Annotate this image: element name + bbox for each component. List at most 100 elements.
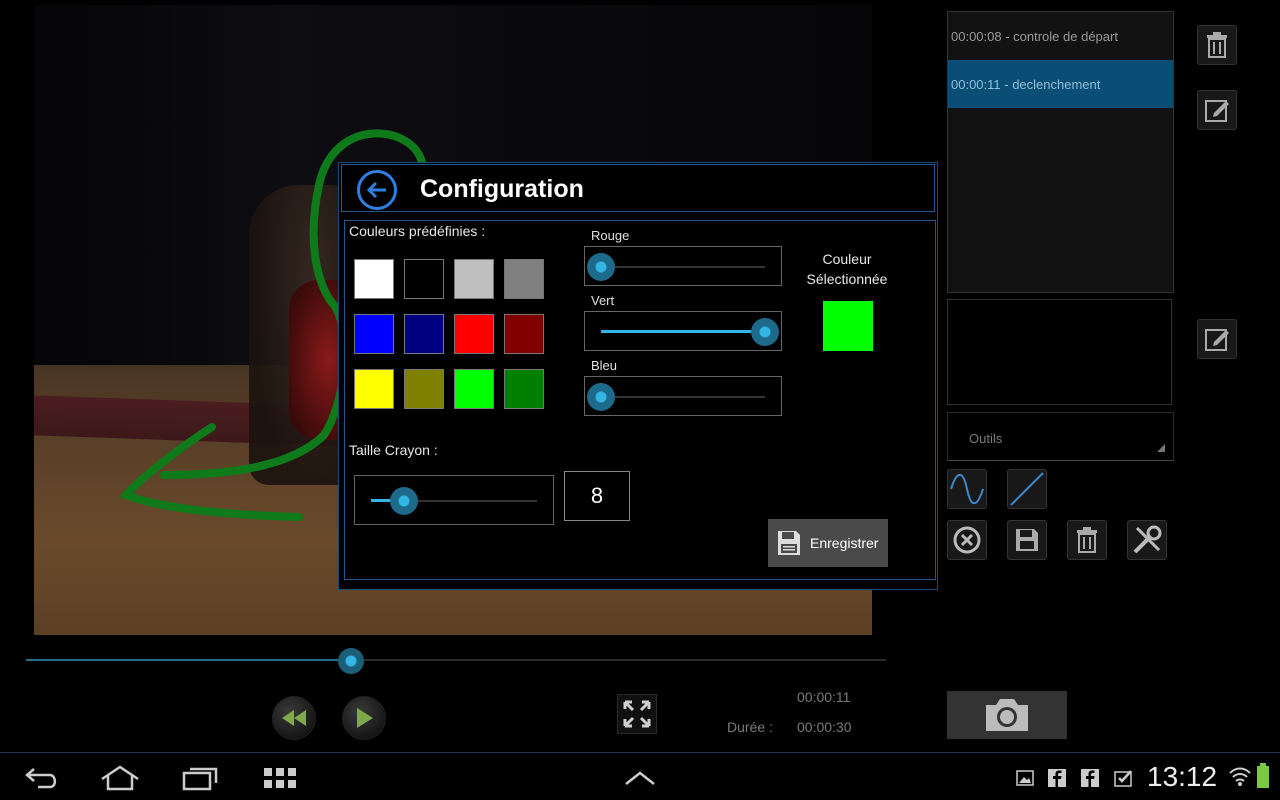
- color-swatch[interactable]: [354, 369, 394, 409]
- marker-item[interactable]: 00:00:08 - controle de départ: [948, 12, 1173, 60]
- color-swatch[interactable]: [354, 314, 394, 354]
- recent-apps-button[interactable]: [180, 763, 220, 793]
- save-drawing-button[interactable]: [1007, 520, 1047, 560]
- task-notification-icon[interactable]: [1113, 769, 1135, 787]
- selected-color-label-line1: Couleur: [822, 251, 872, 267]
- duration-value: 00:00:30: [797, 719, 852, 735]
- delete-drawing-button[interactable]: [1067, 520, 1107, 560]
- seek-thumb[interactable]: [338, 648, 365, 674]
- wrench-screwdriver-icon: [1133, 525, 1162, 554]
- camera-button[interactable]: [947, 691, 1067, 739]
- dialog-body: Couleurs prédéfinies : Rouge Vert Bleu C…: [344, 220, 936, 580]
- color-swatch[interactable]: [354, 259, 394, 299]
- play-button[interactable]: [342, 696, 386, 740]
- edit-icon: [1205, 100, 1229, 122]
- tools-dropdown-label: Outils: [969, 431, 1003, 446]
- marker-label: 00:00:08 - controle de départ: [951, 28, 1118, 44]
- app-grid-button[interactable]: [260, 763, 300, 793]
- cancel-button[interactable]: [947, 520, 987, 560]
- color-swatch[interactable]: [504, 314, 544, 354]
- floppy-disk-icon: [778, 531, 800, 555]
- green-slider[interactable]: [584, 311, 782, 351]
- pencil-size-label: Taille Crayon :: [349, 442, 438, 458]
- home-nav-button[interactable]: [100, 763, 140, 793]
- marker-list: 00:00:08 - controle de départ 00:00:11 -…: [947, 11, 1174, 293]
- curve-tool-button[interactable]: [947, 469, 987, 509]
- grid-icon: [264, 768, 296, 788]
- marker-item-selected[interactable]: 00:00:11 - declenchement: [948, 60, 1173, 108]
- slider-track: [601, 266, 765, 268]
- configuration-dialog: Configuration Couleurs prédéfinies : Rou…: [338, 162, 938, 590]
- red-slider[interactable]: [584, 246, 782, 286]
- edit-marker-button[interactable]: [1197, 90, 1237, 130]
- trash-icon: [1077, 527, 1097, 553]
- back-nav-button[interactable]: [22, 763, 62, 793]
- close-circle-icon: [953, 526, 981, 554]
- play-icon: [357, 708, 373, 728]
- color-swatch[interactable]: [454, 369, 494, 409]
- wifi-icon: [1229, 767, 1251, 786]
- seek-bar[interactable]: [26, 648, 886, 674]
- pencil-size-value: 8: [564, 471, 630, 521]
- dialog-title: Configuration: [420, 175, 584, 203]
- quick-panel-button[interactable]: [620, 763, 660, 793]
- selected-color-label-line2: Sélectionnée: [806, 271, 888, 287]
- color-swatch[interactable]: [504, 369, 544, 409]
- app-root: 00:00:11 Durée : 00:00:30 00:00:08 - con…: [0, 0, 1280, 800]
- seek-progress: [26, 659, 352, 661]
- color-swatch[interactable]: [504, 259, 544, 299]
- selected-color-swatch: [823, 301, 873, 351]
- pencil-size-slider[interactable]: [354, 475, 554, 525]
- facebook-notification-icon[interactable]: [1048, 769, 1066, 787]
- marker-label: 00:00:11 - declenchement: [951, 76, 1101, 92]
- blue-slider[interactable]: [584, 376, 782, 416]
- dialog-header: Configuration: [341, 164, 935, 212]
- recent-apps-icon: [182, 767, 218, 791]
- slider-thumb[interactable]: [390, 487, 419, 515]
- back-arrow-icon: [25, 768, 57, 789]
- slider-thumb[interactable]: [587, 383, 615, 411]
- trash-icon: [1207, 32, 1227, 58]
- settings-tools-button[interactable]: [1127, 520, 1167, 560]
- floppy-disk-icon: [1016, 529, 1038, 551]
- battery-icon: [1257, 763, 1269, 788]
- green-slider-label: Vert: [591, 293, 615, 308]
- color-swatch[interactable]: [454, 314, 494, 354]
- current-time: 00:00:11: [797, 689, 851, 705]
- edit-notes-button[interactable]: [1197, 319, 1237, 359]
- line-icon: [1010, 472, 1044, 506]
- tools-dropdown[interactable]: Outils: [947, 412, 1174, 461]
- selected-color-label: Couleur Sélectionnée: [795, 249, 899, 289]
- save-button-label: Enregistrer: [810, 535, 879, 551]
- arrow-left-icon: [366, 181, 386, 199]
- home-icon: [101, 765, 139, 791]
- duration-label: Durée :: [727, 719, 773, 735]
- facebook-notification-icon-2[interactable]: [1081, 769, 1099, 787]
- save-button[interactable]: Enregistrer: [768, 519, 888, 567]
- slider-thumb[interactable]: [751, 318, 779, 346]
- slider-fill: [601, 330, 765, 333]
- notes-area[interactable]: [947, 299, 1172, 405]
- slider-track: [601, 396, 765, 398]
- fullscreen-button[interactable]: [617, 694, 657, 734]
- status-clock: 13:12: [1147, 761, 1218, 792]
- fullscreen-icon: [623, 700, 651, 728]
- color-swatch[interactable]: [404, 314, 444, 354]
- color-swatch[interactable]: [404, 369, 444, 409]
- chevron-up-icon: [625, 771, 655, 785]
- edit-icon: [1205, 329, 1229, 351]
- dropdown-caret-icon: [1157, 444, 1165, 452]
- back-button[interactable]: [357, 170, 397, 210]
- slider-thumb[interactable]: [587, 253, 615, 281]
- color-swatch[interactable]: [454, 259, 494, 299]
- rewind-icon: [282, 710, 306, 726]
- system-navigation-bar: 13:12: [0, 752, 1280, 800]
- color-swatch[interactable]: [404, 259, 444, 299]
- gallery-notification-icon[interactable]: [1016, 769, 1034, 787]
- rewind-button[interactable]: [272, 696, 316, 740]
- red-slider-label: Rouge: [591, 228, 630, 243]
- line-tool-button[interactable]: [1007, 469, 1047, 509]
- camera-icon: [986, 699, 1028, 731]
- sine-curve-icon: [950, 474, 984, 504]
- delete-marker-button[interactable]: [1197, 25, 1237, 65]
